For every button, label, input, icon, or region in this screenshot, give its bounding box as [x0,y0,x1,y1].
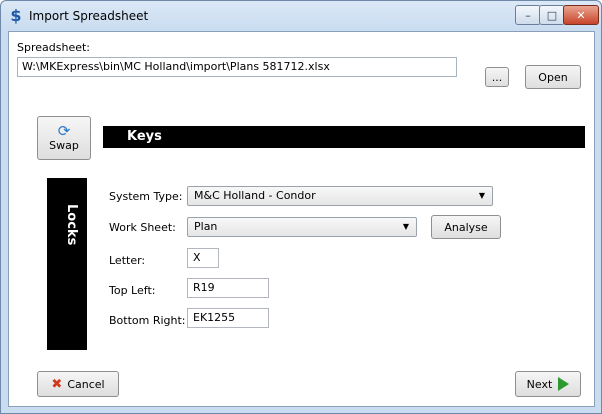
close-icon: ✕ [576,8,586,22]
open-button[interactable]: Open [525,65,581,89]
work-sheet-select[interactable]: Plan ▼ [187,217,417,237]
dialog-body: Spreadsheet: W:\MKExpress\bin\MC Holland… [8,31,595,407]
letter-input[interactable]: X [187,248,219,268]
maximize-button[interactable]: □ [539,5,565,25]
play-arrow-icon [558,377,570,391]
swap-button[interactable]: ⟳ Swap [37,116,91,160]
app-icon: $ [10,6,22,25]
swap-icon: ⟳ [57,122,71,140]
system-type-value: M&C Holland - Condor [194,189,316,202]
analyse-button[interactable]: Analyse [431,215,501,239]
top-left-label: Top Left: [109,284,156,297]
system-type-select[interactable]: M&C Holland - Condor ▼ [187,186,493,206]
minimize-button[interactable]: – [515,5,541,25]
spreadsheet-label: Spreadsheet: [17,41,90,54]
cancel-icon: ✖ [51,376,63,392]
letter-label: Letter: [109,254,146,267]
close-button[interactable]: ✕ [563,5,599,25]
window-title: Import Spreadsheet [29,9,149,23]
chevron-down-icon: ▼ [402,222,409,231]
keys-header: Keys [103,126,585,148]
chevron-down-icon: ▼ [478,191,485,200]
bottom-right-label: Bottom Right: [109,314,186,327]
system-type-label: System Type: [109,190,183,203]
work-sheet-label: Work Sheet: [109,221,176,234]
swap-label: Swap [49,139,79,152]
locks-label: Locks [64,204,79,246]
top-left-input[interactable]: R19 [187,278,269,298]
minimize-icon: – [525,8,531,22]
next-label: Next [526,377,553,391]
next-button[interactable]: Next [515,371,581,397]
cancel-button[interactable]: ✖ Cancel [37,371,119,397]
maximize-icon: □ [546,8,558,22]
title-bar[interactable]: $ Import Spreadsheet – □ ✕ [1,1,601,31]
cancel-label: Cancel [67,377,105,391]
bottom-right-input[interactable]: EK1255 [187,308,269,328]
spreadsheet-path-input[interactable]: W:\MKExpress\bin\MC Holland\import\Plans… [17,57,457,77]
browse-button[interactable]: ... [485,67,509,87]
import-spreadsheet-window: $ Import Spreadsheet – □ ✕ Spreadsheet: … [0,0,602,414]
work-sheet-value: Plan [194,220,218,233]
locks-header: Locks [47,178,87,350]
